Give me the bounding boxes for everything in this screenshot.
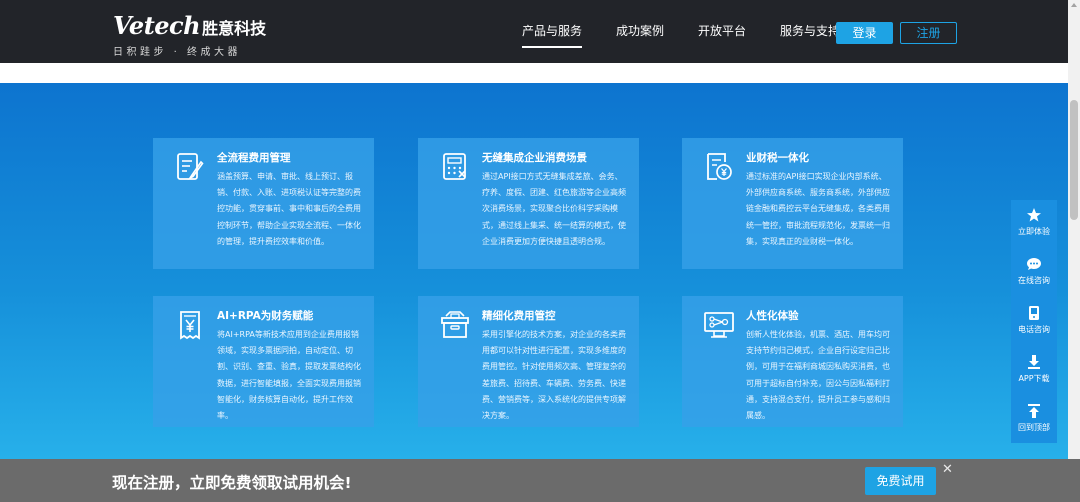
side-item-label: APP下载 (1018, 374, 1050, 383)
nav-item-support[interactable]: 服务与支持 (780, 0, 840, 63)
side-item-label: 在线咨询 (1018, 276, 1050, 285)
form-edit-icon (177, 153, 204, 181)
side-item-app-download[interactable]: APP下载 (1011, 347, 1057, 396)
side-item-online-chat[interactable]: 在线咨询 (1011, 249, 1057, 298)
scroll-up-arrow-icon[interactable] (1071, 3, 1077, 7)
header-spacer (0, 63, 1068, 83)
chat-bubble-icon (1027, 258, 1041, 270)
side-item-label: 回到顶部 (1018, 423, 1050, 432)
card-title: 人性化体验 (746, 310, 799, 322)
nav-item-cases[interactable]: 成功案例 (616, 0, 664, 63)
card-description: 采用引擎化的技术方案，对企业的各类费用都可以针对性进行配置，实现多维度的费用管控… (482, 330, 626, 421)
floating-toolbar: 立即体验 在线咨询 电话咨询 APP下载 回到顶部 (1011, 200, 1057, 443)
login-button[interactable]: 登录 (836, 22, 893, 44)
card-title: AI+RPA为财务赋能 (217, 310, 314, 322)
archive-box-icon (441, 311, 469, 338)
network-screen-icon (704, 312, 734, 338)
card-description: 通过标准的API接口实现企业内部系统、外部供应商系统、服务商系统，外部供应链金融… (746, 172, 890, 246)
invoice-yen-icon (707, 153, 732, 180)
side-item-label: 立即体验 (1018, 227, 1050, 236)
feature-card-human-experience[interactable]: 人性化体验 创新人性化体验，机票、酒店、用车均可支持节约归己模式，企业自行设定归… (682, 296, 903, 427)
main-nav: 产品与服务 成功案例 开放平台 服务与支持 (522, 0, 840, 63)
nav-item-open-platform[interactable]: 开放平台 (698, 0, 746, 63)
company-logo[interactable]: Vetech 胜意科技 日积跬步 · 终成大器 (113, 11, 266, 58)
feature-card-expense-management[interactable]: 全流程费用管理 涵盖预算、申请、审批、线上预订、报销、付款、入账、进项税认证等完… (153, 138, 374, 269)
promo-text: 现在注册，立即免费领取试用机会! (112, 474, 352, 492)
feature-card-consumption-scenarios[interactable]: 无缝集成企业消费场景 通过API接口方式无缝集成差旅、会务、疗养、度假、团建、红… (418, 138, 639, 269)
feature-card-finance-tax[interactable]: 业财税一体化 通过标准的API接口实现企业内部系统、外部供应商系统、服务商系统，… (682, 138, 903, 269)
page-scrollbar[interactable] (1068, 0, 1080, 459)
side-item-label: 电话咨询 (1018, 325, 1050, 334)
scrollbar-thumb[interactable] (1070, 100, 1078, 220)
trial-promo-banner: 现在注册，立即免费领取试用机会! 免费试用 ✕ (0, 459, 1080, 502)
card-description: 通过API接口方式无缝集成差旅、会务、疗养、度假、团建、红色旅游等企业高频次消费… (482, 172, 626, 246)
logo-brand: Vetech (113, 11, 201, 40)
side-item-phone[interactable]: 电话咨询 (1011, 298, 1057, 347)
card-title: 业财税一体化 (746, 152, 809, 164)
close-icon[interactable]: ✕ (942, 462, 953, 477)
free-trial-button[interactable]: 免费试用 (865, 467, 936, 495)
download-icon (1028, 355, 1040, 369)
side-item-back-to-top[interactable]: 回到顶部 (1011, 396, 1057, 445)
card-title: 全流程费用管理 (217, 152, 291, 164)
card-title: 精细化费用管控 (482, 310, 556, 322)
register-button[interactable]: 注册 (900, 22, 957, 44)
star-icon (1027, 208, 1041, 222)
phone-icon (1029, 306, 1039, 320)
feature-card-fine-control[interactable]: 精细化费用管控 采用引擎化的技术方案，对企业的各类费用都可以针对性进行配置，实现… (418, 296, 639, 427)
nav-item-products[interactable]: 产品与服务 (522, 0, 583, 63)
card-description: 创新人性化体验，机票、酒店、用车均可支持节约归己模式，企业自行设定归己比例，可用… (746, 330, 890, 421)
feature-card-ai-rpa[interactable]: AI+RPA为财务赋能 将AI+RPA等新技术应用到企业费用报销领域，实现多票据… (153, 296, 374, 427)
features-section: 全流程费用管理 涵盖预算、申请、审批、线上预订、报销、付款、入账、进项税认证等完… (0, 83, 1068, 459)
card-description: 将AI+RPA等新技术应用到企业费用报销领域，实现多票据同拍，自动定位、切割、识… (217, 330, 361, 421)
calculator-icon (443, 153, 466, 180)
card-description: 涵盖预算、申请、审批、线上预订、报销、付款、入账、进项税认证等完整的费控功能，贯… (217, 172, 361, 246)
logo-cn-name: 胜意科技 (202, 19, 267, 38)
receipt-yen-icon (180, 311, 200, 340)
card-title: 无缝集成企业消费场景 (482, 152, 587, 164)
logo-slogan: 日积跬步 · 终成大器 (113, 47, 242, 58)
side-item-try-now[interactable]: 立即体验 (1011, 200, 1057, 249)
back-to-top-icon (1028, 404, 1040, 418)
top-header: Vetech 胜意科技 日积跬步 · 终成大器 产品与服务 成功案例 开放平台 … (0, 0, 1068, 63)
